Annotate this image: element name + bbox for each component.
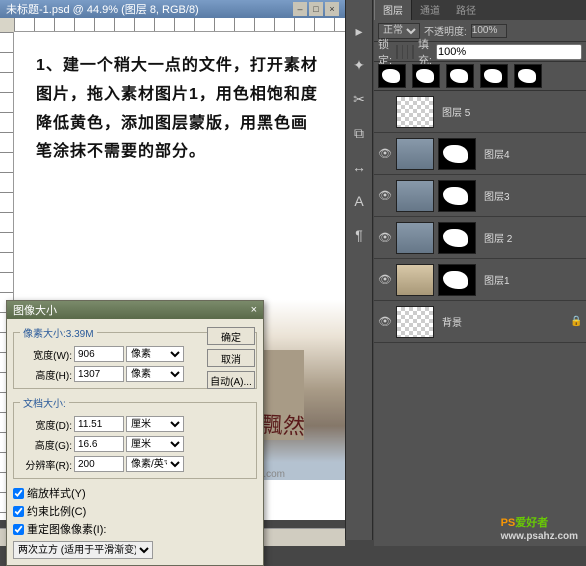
type-icon[interactable]: A <box>348 190 370 212</box>
wand-icon[interactable]: ✦ <box>348 54 370 76</box>
layer-thumbnail[interactable] <box>396 138 434 170</box>
arrow-icon[interactable]: ▸ <box>348 20 370 42</box>
resolution-label: 分辨率(R): <box>20 457 72 472</box>
fill-input[interactable] <box>436 44 582 60</box>
height-input[interactable] <box>74 366 124 382</box>
document-title: 未标题-1.psd @ 44.9% (图层 8, RGB/8) <box>6 1 199 17</box>
visibility-toggle-icon[interactable]: 👁 <box>376 145 394 163</box>
layer-name[interactable]: 图层3 <box>478 188 584 203</box>
layer-list: 图层 5 👁 图层4 👁 图层3 👁 图层 2 👁 图层1 👁 背景🔒 <box>374 91 586 551</box>
layer-row[interactable]: 图层 5 <box>374 91 586 133</box>
measure-icon[interactable]: ↔ <box>348 156 370 178</box>
dialog-titlebar[interactable]: 图像大小 × <box>7 301 263 319</box>
layers-panel: 图层 通道 路径 正常 不透明度: 锁定: 填充: 图层 5👁图层4👁图层3👁图… <box>374 0 586 546</box>
auto-button[interactable]: 自动(A)... <box>207 371 255 389</box>
doc-height-label: 高度(G): <box>20 437 72 452</box>
layer-thumbnail[interactable] <box>396 306 434 338</box>
tab-layers[interactable]: 图层 <box>374 0 412 20</box>
adj-thumb[interactable] <box>446 64 474 88</box>
crop-icon[interactable]: ✂ <box>348 88 370 110</box>
pixel-dim-legend: 像素大小:3.39M <box>20 325 97 340</box>
layer-thumbnail[interactable] <box>396 264 434 296</box>
doc-width-input[interactable] <box>74 416 124 432</box>
minimize-button[interactable]: – <box>293 2 307 16</box>
visibility-toggle-icon[interactable]: 👁 <box>376 271 394 289</box>
height-label: 高度(H): <box>20 367 72 382</box>
layer-name[interactable]: 图层1 <box>478 272 584 287</box>
lock-all-icon[interactable] <box>412 45 413 59</box>
doc-height-input[interactable] <box>74 436 124 452</box>
dialog-title: 图像大小 <box>13 302 57 318</box>
signature-text: 飄然 <box>260 407 306 441</box>
layer-name[interactable]: 图层4 <box>478 146 584 161</box>
mask-thumbnail[interactable] <box>438 180 476 212</box>
paragraph-icon[interactable]: ¶ <box>348 224 370 246</box>
mask-thumbnail[interactable] <box>438 138 476 170</box>
document-titlebar: 未标题-1.psd @ 44.9% (图层 8, RGB/8) – □ × <box>0 0 345 18</box>
layer-thumbnail[interactable] <box>396 222 434 254</box>
doc-height-unit-select[interactable]: 厘米 <box>126 436 184 452</box>
tab-channels[interactable]: 通道 <box>412 0 448 20</box>
maximize-button[interactable]: □ <box>309 2 323 16</box>
doc-width-unit-select[interactable]: 厘米 <box>126 416 184 432</box>
slice-icon[interactable]: ⧉ <box>348 122 370 144</box>
visibility-toggle-icon[interactable]: 👁 <box>376 187 394 205</box>
mask-thumbnail[interactable] <box>438 264 476 296</box>
tool-options-strip: ▸ ✦ ✂ ⧉ ↔ A ¶ <box>345 0 373 540</box>
resample-select[interactable]: 两次立方 (适用于平滑渐变) <box>13 541 153 559</box>
layer-row[interactable]: 👁 图层 2 <box>374 217 586 259</box>
lock-label: 锁定: <box>378 36 392 68</box>
width-unit-select[interactable]: 像素 <box>126 346 184 362</box>
layer-thumbnail[interactable] <box>396 180 434 212</box>
opacity-input[interactable] <box>471 24 507 38</box>
width-label: 宽度(W): <box>20 347 72 362</box>
layer-name[interactable]: 图层 2 <box>478 230 584 245</box>
cancel-button[interactable]: 取消 <box>207 349 255 367</box>
image-size-dialog: 图像大小 × 确定 取消 自动(A)... 像素大小:3.39M 宽度(W): … <box>6 300 264 566</box>
doc-size-legend: 文档大小: <box>20 395 69 410</box>
visibility-toggle-icon[interactable] <box>376 103 394 121</box>
fill-label: 填充: <box>418 36 432 68</box>
layer-name[interactable]: 图层 5 <box>436 104 584 119</box>
adjustment-thumbs <box>374 62 586 91</box>
ok-button[interactable]: 确定 <box>207 327 255 345</box>
adj-thumb[interactable] <box>480 64 508 88</box>
visibility-toggle-icon[interactable]: 👁 <box>376 229 394 247</box>
adj-thumb[interactable] <box>378 64 406 88</box>
resolution-input[interactable] <box>74 456 124 472</box>
height-unit-select[interactable]: 像素 <box>126 366 184 382</box>
lock-icon: 🔒 <box>570 316 584 327</box>
adj-thumb[interactable] <box>412 64 440 88</box>
lock-pixels-icon[interactable] <box>402 45 403 59</box>
dialog-close-icon[interactable]: × <box>251 304 257 316</box>
visibility-toggle-icon[interactable]: 👁 <box>376 313 394 331</box>
resample-checkbox[interactable] <box>13 524 24 535</box>
layer-row[interactable]: 👁 图层1 <box>374 259 586 301</box>
doc-width-label: 宽度(D): <box>20 417 72 432</box>
layer-thumbnail[interactable] <box>396 96 434 128</box>
canvas-text: 1、建一个稍大一点的文件，打开素材图片，拖入素材图片1，用色相饱和度降低黄色，添… <box>14 32 345 187</box>
layer-row[interactable]: 👁 背景🔒 <box>374 301 586 343</box>
tab-paths[interactable]: 路径 <box>448 0 484 20</box>
layer-row[interactable]: 👁 图层4 <box>374 133 586 175</box>
lock-transparent-icon[interactable] <box>396 45 397 59</box>
scale-styles-checkbox[interactable] <box>13 488 24 499</box>
layer-name[interactable]: 背景 <box>436 314 570 329</box>
ruler-horizontal[interactable] <box>14 18 345 32</box>
watermark: PS爱好者 www.psahz.com <box>501 510 578 542</box>
resolution-unit-select[interactable]: 像素/英寸 <box>126 456 184 472</box>
constrain-checkbox[interactable] <box>13 506 24 517</box>
width-input[interactable] <box>74 346 124 362</box>
close-button[interactable]: × <box>325 2 339 16</box>
adj-thumb[interactable] <box>514 64 542 88</box>
mask-thumbnail[interactable] <box>438 222 476 254</box>
layer-row[interactable]: 👁 图层3 <box>374 175 586 217</box>
panel-tabs: 图层 通道 路径 <box>374 0 586 20</box>
lock-position-icon[interactable] <box>407 45 408 59</box>
